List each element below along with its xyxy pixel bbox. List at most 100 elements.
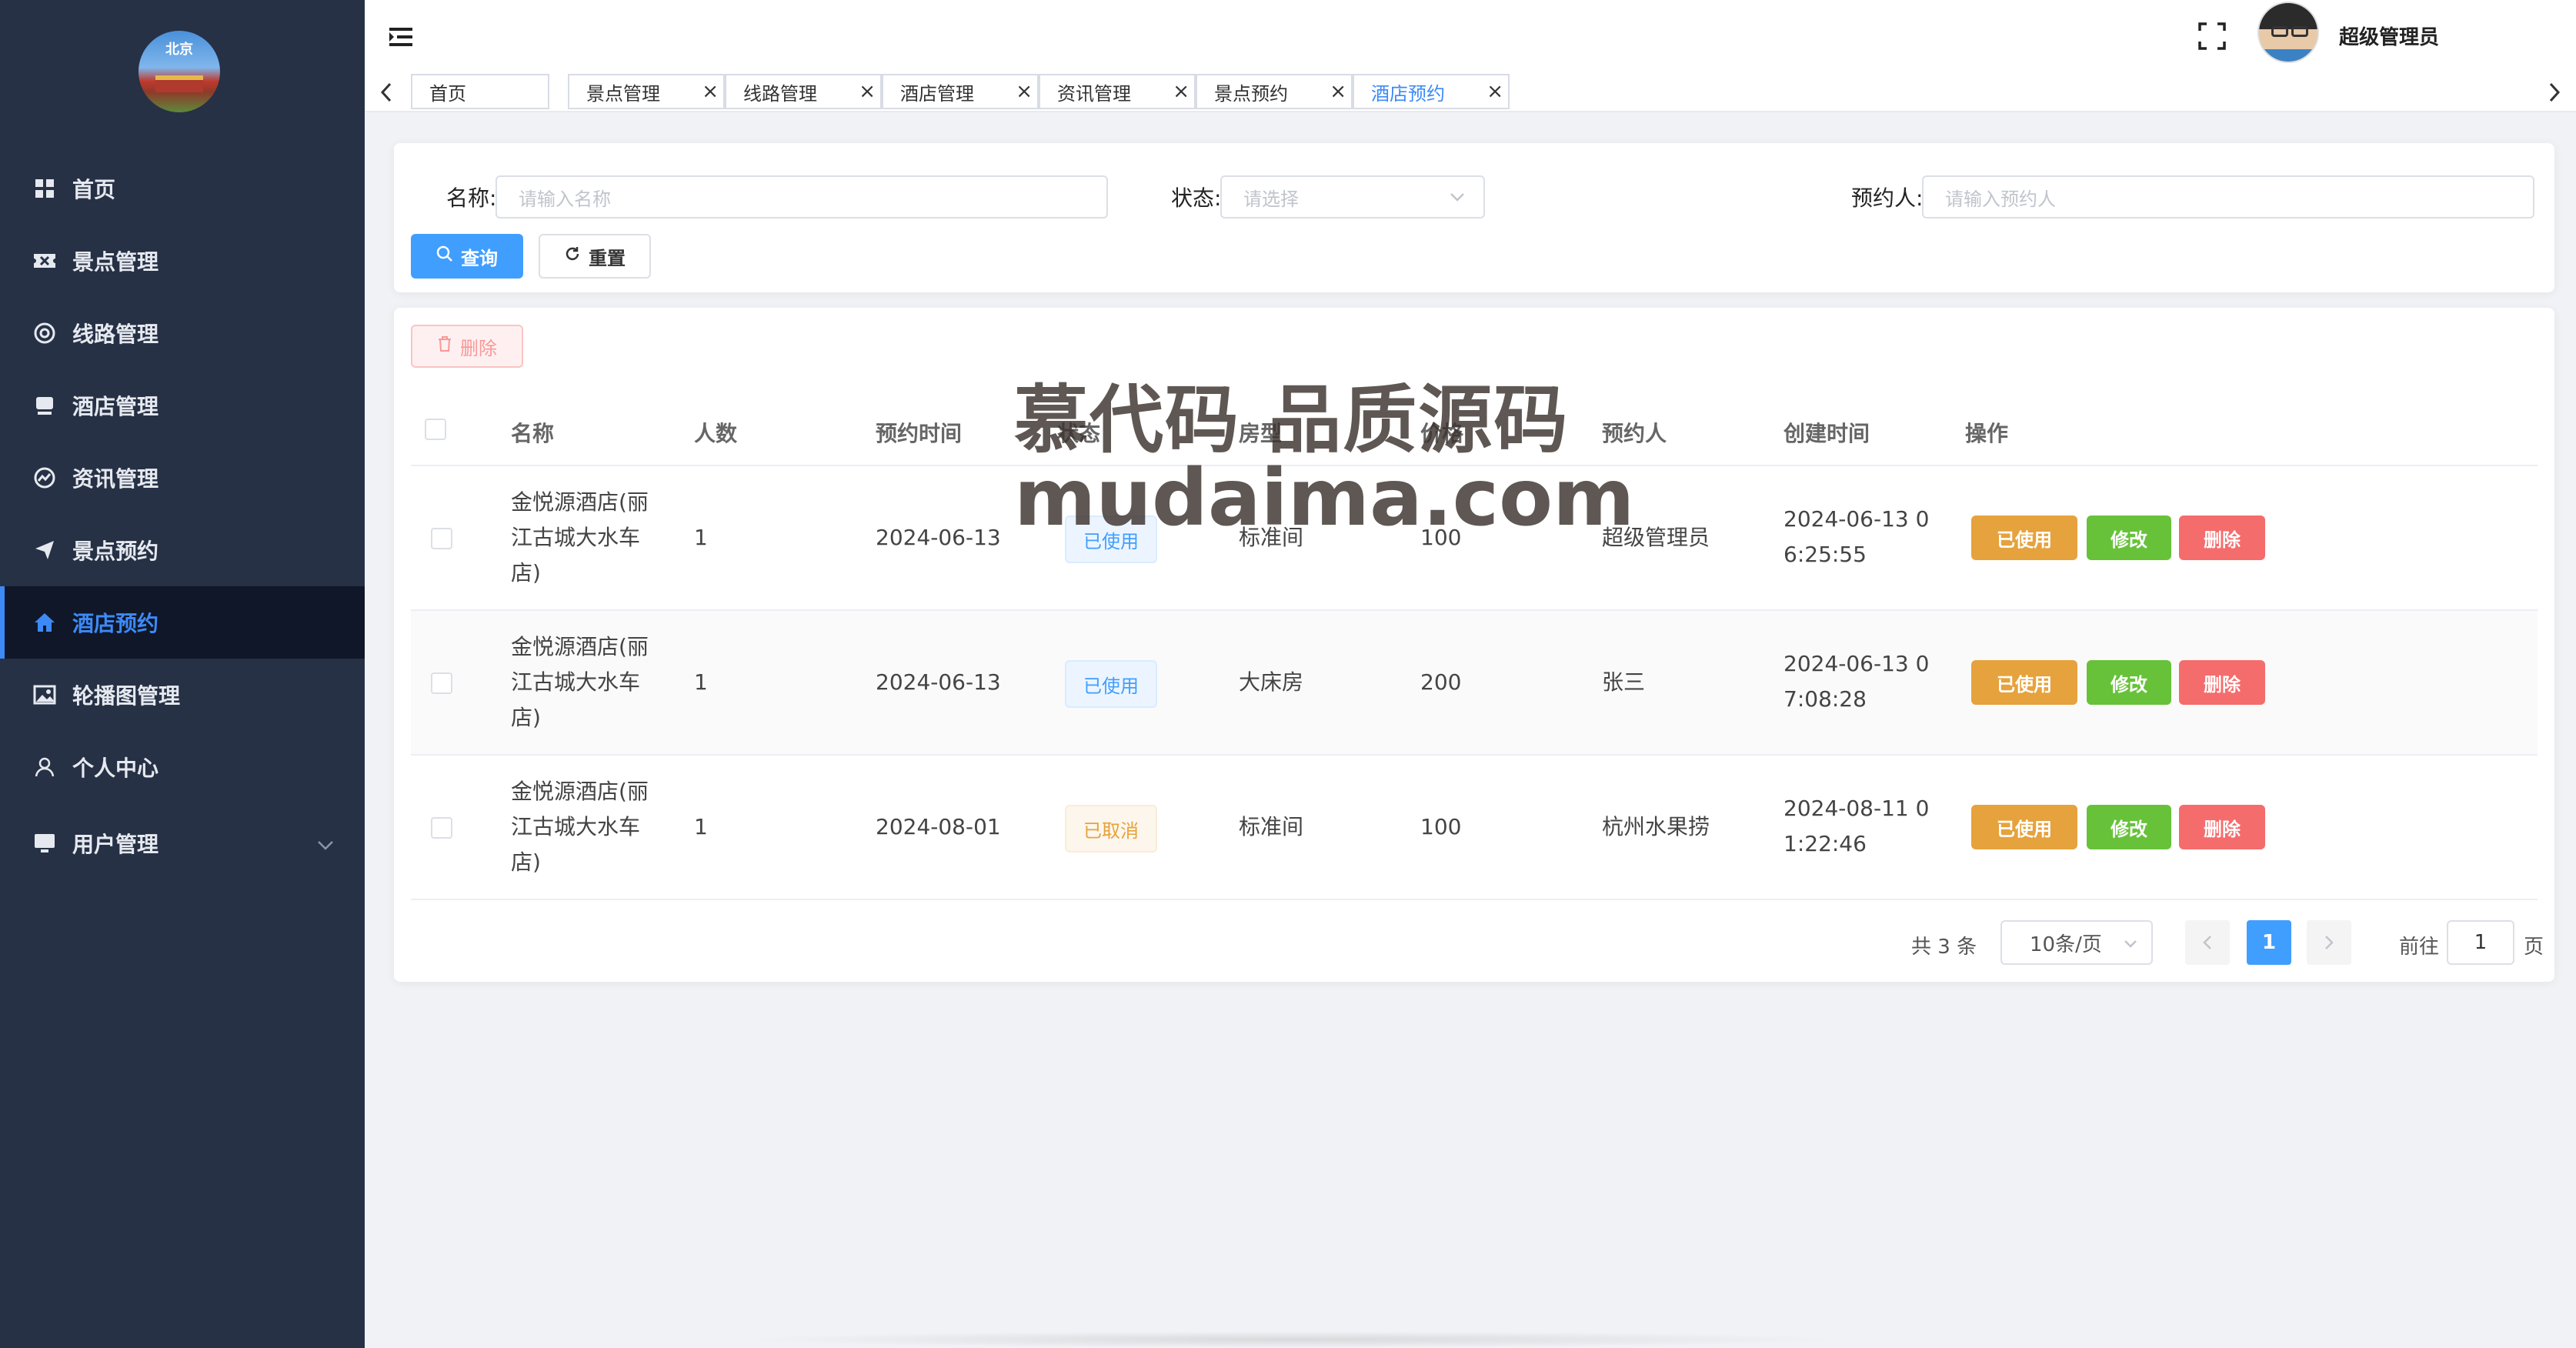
sidebar-item-label: 资讯管理 <box>72 466 159 492</box>
search-panel: 名称: 请输入名称 状态: 请选择 预约人: 请输入预约人 查询 重置 <box>394 143 2554 292</box>
tab-label: 景点预约 <box>1214 82 1288 105</box>
status-select-placeholder: 请选择 <box>1243 188 1299 210</box>
created-time-line: 2024-08-11 0 <box>1784 796 1930 821</box>
hotel-name-line: 店) <box>511 560 541 586</box>
column-header[interactable]: 创建时间 <box>1784 417 1870 448</box>
mark-used-button[interactable]: 已使用 <box>1971 516 2077 560</box>
sidebar-item-route[interactable]: 线路管理 <box>0 297 365 369</box>
close-icon[interactable]: × <box>1016 80 1033 103</box>
mark-used-button[interactable]: 已使用 <box>1971 660 2077 705</box>
hotel-name: 金悦源酒店(丽 江古城大水车 店) <box>511 774 649 880</box>
column-header[interactable]: 名称 <box>511 417 554 448</box>
sidebar-item-scenic[interactable]: 景点管理 <box>0 225 365 297</box>
page-size-select[interactable]: 10条/页 <box>2000 920 2153 965</box>
tab-route[interactable]: 线路管理 × <box>725 74 882 109</box>
table-row[interactable]: 金悦源酒店(丽 江古城大水车 店) 1 2024-06-13 已使用 大床房 2… <box>411 611 2538 756</box>
batch-delete-button[interactable]: 删除 <box>411 325 523 368</box>
goto-page-input[interactable]: 1 <box>2447 920 2514 965</box>
close-icon[interactable]: × <box>702 80 719 103</box>
edit-button[interactable]: 修改 <box>2087 805 2171 849</box>
sidebar-item-home[interactable]: 首页 <box>0 152 365 225</box>
column-header[interactable]: 操作 <box>1965 417 2008 448</box>
query-button[interactable]: 查询 <box>411 234 523 279</box>
image-icon <box>31 681 58 709</box>
tags-scroll-right-icon[interactable] <box>2539 78 2570 106</box>
logo[interactable]: 北京 <box>138 31 220 112</box>
hotel-name-line: 店) <box>511 705 541 730</box>
booker-input[interactable]: 请输入预约人 <box>1922 175 2534 219</box>
goto-suffix: 页 <box>2524 936 2544 959</box>
sidebar-item-hotel[interactable]: 酒店管理 <box>0 369 365 442</box>
created-time-line: 2024-06-13 0 <box>1784 506 1930 532</box>
next-page-button[interactable] <box>2307 920 2351 965</box>
tab-hotel[interactable]: 酒店管理 × <box>882 74 1039 109</box>
sidebar-item-users[interactable]: 用户管理 <box>0 803 365 883</box>
sidebar-item-carousel[interactable]: 轮播图管理 <box>0 659 365 731</box>
delete-button[interactable]: 删除 <box>2179 516 2265 560</box>
sidebar-menu: 首页 景点管理 线路管理 酒店管理 资讯管理 景点预约 酒店预约 轮播图管理 个… <box>0 152 365 883</box>
tab-scenic-booking[interactable]: 景点预约 × <box>1196 74 1353 109</box>
room-type: 大床房 <box>1239 669 1304 695</box>
close-icon[interactable]: × <box>859 80 876 103</box>
hotel-name-line: 江古城大水车 <box>511 525 641 550</box>
tab-hotel-booking[interactable]: 酒店预约 × <box>1353 74 1510 109</box>
name-input-placeholder: 请输入名称 <box>519 188 611 210</box>
row-checkbox[interactable] <box>431 672 452 694</box>
column-header[interactable]: 预约人 <box>1602 417 1667 448</box>
tab-news[interactable]: 资讯管理 × <box>1039 74 1196 109</box>
table-row[interactable]: 金悦源酒店(丽 江古城大水车 店) 1 2024-08-01 已取消 标准间 1… <box>411 756 2538 900</box>
batch-delete-label: 删除 <box>460 337 497 359</box>
menu-toggle-icon[interactable] <box>388 23 415 51</box>
delete-button[interactable]: 删除 <box>2179 805 2265 849</box>
tab-scenic[interactable]: 景点管理 × <box>568 74 725 109</box>
sidebar-item-label: 景点管理 <box>72 249 159 275</box>
delete-button[interactable]: 删除 <box>2179 660 2265 705</box>
hotel-name-line: 江古城大水车 <box>511 669 641 695</box>
close-icon[interactable]: × <box>1173 80 1190 103</box>
fullscreen-icon[interactable] <box>2197 22 2227 51</box>
status-label: 状态: <box>1171 185 1222 211</box>
sidebar-item-profile[interactable]: 个人中心 <box>0 731 365 803</box>
select-all-checkbox[interactable] <box>425 419 446 440</box>
hotel-name-line: 金悦源酒店(丽 <box>511 634 649 659</box>
row-checkbox[interactable] <box>431 817 452 839</box>
column-header[interactable]: 预约时间 <box>876 417 962 448</box>
sidebar-item-label: 景点预约 <box>72 539 159 564</box>
sidebar-item-news[interactable]: 资讯管理 <box>0 442 365 514</box>
sidebar-item-label: 个人中心 <box>72 756 159 781</box>
guest-count: 1 <box>694 525 708 550</box>
row-checkbox[interactable] <box>431 528 452 549</box>
status-select[interactable]: 请选择 <box>1220 175 1485 219</box>
chevron-left-icon <box>2203 936 2211 949</box>
chevron-down-icon <box>2122 934 2139 951</box>
goto-prefix: 前往 <box>2399 936 2440 959</box>
avatar[interactable] <box>2257 2 2319 63</box>
name-input[interactable]: 请输入名称 <box>496 175 1108 219</box>
edit-button[interactable]: 修改 <box>2087 660 2171 705</box>
edit-button[interactable]: 修改 <box>2087 516 2171 560</box>
reset-button[interactable]: 重置 <box>539 234 651 279</box>
close-icon[interactable]: × <box>1330 80 1346 103</box>
booking-date: 2024-06-13 <box>876 525 1001 550</box>
created-time-line: 7:08:28 <box>1784 686 1867 712</box>
sidebar: 北京 首页 景点管理 线路管理 酒店管理 资讯管理 景点预约 酒店预约 轮播图管… <box>0 0 365 1348</box>
prev-page-button[interactable] <box>2185 920 2230 965</box>
tab-home[interactable]: 首页 <box>411 74 549 109</box>
chevron-right-icon <box>2325 936 2334 949</box>
sidebar-item-label: 酒店预约 <box>72 611 159 636</box>
username[interactable]: 超级管理员 <box>2339 22 2439 50</box>
column-header[interactable]: 人数 <box>694 417 737 448</box>
avatar-glasses-left <box>2271 26 2288 37</box>
mark-used-button[interactable]: 已使用 <box>1971 805 2077 849</box>
hotel-name: 金悦源酒店(丽 江古城大水车 店) <box>511 485 649 591</box>
page-number-current[interactable]: 1 <box>2247 920 2291 965</box>
created-time: 2024-08-11 0 1:22:46 <box>1784 791 1929 862</box>
send-icon <box>31 536 58 564</box>
sidebar-item-scenic-booking[interactable]: 景点预约 <box>0 514 365 586</box>
tags-scroll-left-icon[interactable] <box>371 78 402 106</box>
created-time: 2024-06-13 0 7:08:28 <box>1784 646 1929 717</box>
price: 100 <box>1420 814 1462 839</box>
sidebar-item-hotel-booking[interactable]: 酒店预约 <box>0 586 365 659</box>
booker-name: 杭州水果捞 <box>1602 814 1710 839</box>
close-icon[interactable]: × <box>1487 80 1503 103</box>
